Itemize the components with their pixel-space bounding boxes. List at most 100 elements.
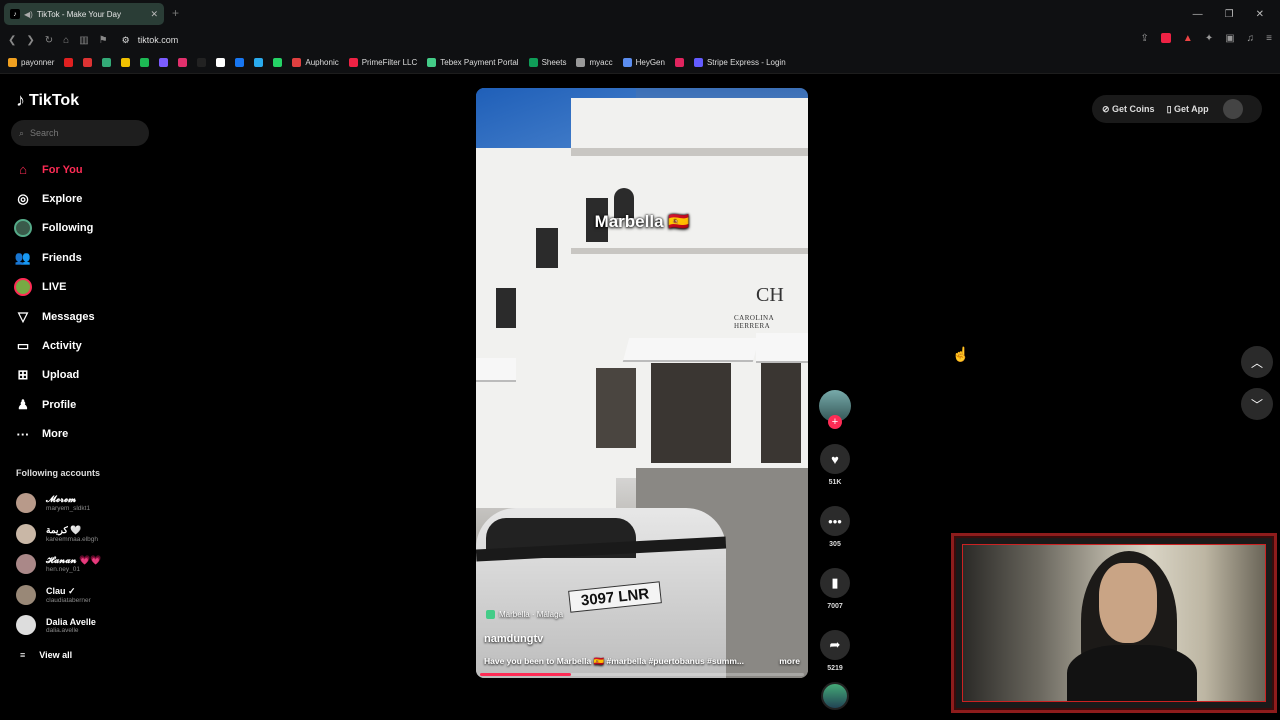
bookmark-item[interactable] — [102, 58, 112, 67]
video-progress-bar[interactable] — [480, 673, 804, 676]
bookmark-item[interactable]: myacc — [576, 58, 613, 67]
bookmark-item[interactable]: Tebex Payment Portal — [427, 58, 519, 67]
bookmark-item[interactable]: HeyGen — [622, 58, 665, 67]
nav-item-profile[interactable]: ♟ Profile — [14, 390, 95, 419]
nav-item-friends[interactable]: 👥 Friends — [14, 243, 95, 272]
bookmark-item[interactable] — [273, 58, 283, 67]
share-button[interactable]: ➦ — [820, 630, 850, 660]
minimize-icon[interactable]: — — [1193, 9, 1203, 20]
bookmark-favicon-icon — [8, 58, 17, 67]
get-coins-button[interactable]: ⊘ Get Coins — [1102, 104, 1155, 115]
caption-more-button[interactable]: more — [779, 656, 800, 667]
logo-text: TikTok — [29, 91, 80, 109]
new-tab-icon[interactable]: + — [172, 6, 179, 20]
close-window-icon[interactable]: ✕ — [1256, 9, 1264, 20]
bookmark-item[interactable] — [64, 58, 74, 67]
save-button[interactable]: ▮ — [820, 568, 850, 598]
search-input[interactable]: ⌕ Search — [11, 120, 149, 146]
following-account[interactable]: كريمة 🤍 kareemmaa.elbgh — [16, 519, 101, 550]
account-handle: dalia.avelle — [46, 626, 79, 634]
bookmark-item[interactable] — [178, 58, 188, 67]
account-avatar — [16, 584, 36, 605]
more-icon: ··· — [16, 426, 30, 442]
bookmark-label: Auphonic — [305, 58, 339, 67]
browser-tab-bar: ♪ ◀) TikTok - Make Your Day ✕ + — ❐ ✕ — [0, 0, 1280, 28]
account-name: Clau ✓ — [46, 585, 76, 596]
close-tab-icon[interactable]: ✕ — [150, 9, 158, 20]
follow-plus-icon[interactable]: + — [828, 415, 842, 429]
menu-icon[interactable]: ≡ — [1266, 33, 1272, 44]
storefront — [651, 363, 731, 463]
following-account[interactable]: Clau ✓ claudiataberner — [16, 580, 101, 611]
like-count: 51K — [828, 479, 842, 486]
nav-item-explore[interactable]: ◎ Explore — [14, 184, 95, 213]
bookmark-favicon-icon — [528, 58, 538, 67]
bookmark-item[interactable] — [121, 58, 131, 67]
nav-label: Upload — [42, 369, 80, 382]
back-icon[interactable]: ❮ — [8, 35, 16, 46]
music-disc-icon[interactable] — [821, 682, 849, 710]
bookmark-icon[interactable]: ⚑ — [99, 35, 108, 46]
get-app-button[interactable]: ▯ Get App — [1167, 104, 1209, 115]
split-view-icon[interactable]: ▥ — [79, 35, 88, 46]
nav-item-more[interactable]: ··· More — [14, 420, 95, 449]
account-handle: hen.ney_01 — [46, 566, 80, 574]
comment-button[interactable]: ••• — [820, 506, 850, 536]
location-tag[interactable]: Marbella · Málaga — [486, 610, 563, 619]
rewards-icon[interactable]: ▲ — [1183, 33, 1193, 44]
video-author[interactable]: namdungtv — [484, 633, 543, 645]
nav-item-following[interactable]: Following — [14, 214, 95, 243]
bookmark-item[interactable]: payonner — [8, 58, 54, 67]
forward-icon[interactable]: ❯ — [26, 35, 34, 46]
restore-icon[interactable]: ❐ — [1225, 9, 1234, 20]
nav-item-upload[interactable]: ⊞ Upload — [14, 361, 95, 390]
nav-item-messages[interactable]: ▽ Messages — [14, 302, 95, 331]
browser-tab[interactable]: ♪ ◀) TikTok - Make Your Day ✕ — [4, 3, 164, 25]
profile-avatar[interactable] — [1222, 99, 1243, 119]
share-icon[interactable]: ⇪ — [1141, 33, 1149, 44]
bookmark-item[interactable] — [197, 58, 207, 67]
reload-icon[interactable]: ↻ — [45, 35, 53, 46]
home-browser-icon[interactable]: ⌂ — [63, 35, 69, 46]
bookmark-item[interactable] — [159, 58, 169, 67]
bookmark-item[interactable] — [83, 58, 93, 67]
bookmark-item[interactable] — [140, 58, 150, 67]
nav-avatar — [14, 278, 32, 297]
bookmark-item[interactable] — [216, 58, 226, 67]
media-icon[interactable]: ♫ — [1247, 33, 1255, 44]
store-brand-sub: CAROLINA HERRERA — [734, 314, 774, 330]
brave-shield-icon[interactable] — [1160, 33, 1171, 43]
tiktok-logo[interactable]: ♪ TikTok — [16, 90, 79, 111]
bookmark-label: Tebex Payment Portal — [440, 58, 519, 67]
like-button[interactable]: ♥ — [820, 444, 850, 474]
previous-video-button[interactable]: ︿ — [1241, 346, 1273, 378]
account-avatar — [16, 493, 36, 514]
bookmark-item[interactable]: PrimeFilter LLC — [348, 58, 417, 67]
sidebar-toggle-icon[interactable]: ▣ — [1225, 33, 1234, 44]
video-player[interactable]: CH CAROLINA HERRERA 3097 LNR Marbella 🇪🇸… — [476, 88, 808, 678]
next-video-button[interactable]: ﹀ — [1241, 388, 1273, 420]
bookmark-item[interactable] — [254, 58, 264, 67]
bookmark-item[interactable]: Auphonic — [292, 58, 339, 67]
nav-item-live[interactable]: LIVE — [14, 273, 95, 302]
bookmark-item[interactable] — [235, 58, 245, 67]
view-all-button[interactable]: ≡ View all — [20, 650, 72, 660]
nav-item-for-you[interactable]: ⌂ For You — [14, 155, 95, 184]
creator-avatar[interactable]: + — [819, 390, 851, 429]
following-account[interactable]: 𝓜𝓮𝓻𝓮𝓶 maryem_sldkt1 — [16, 488, 101, 519]
bookmark-item[interactable]: Stripe Express - Login — [693, 58, 786, 67]
extensions-icon[interactable]: ✦ — [1205, 33, 1213, 44]
bookmark-item[interactable] — [674, 58, 684, 67]
following-account[interactable]: 𝓗𝓪𝓷𝓪𝓷 💗💗 hen.ney_01 — [16, 549, 101, 580]
url-field[interactable]: tiktok.com — [138, 35, 179, 45]
nav-item-activity[interactable]: ▭ Activity — [14, 331, 95, 360]
bookmark-label: HeyGen — [635, 58, 665, 67]
site-settings-icon[interactable]: ⚙ — [122, 35, 130, 46]
following-accounts-title: Following accounts — [16, 468, 101, 478]
bookmarks-bar: payonner Auphonic PrimeFilter LLC Tebex Pay… — [0, 52, 1280, 74]
person-face — [1099, 563, 1157, 643]
speaker-icon[interactable]: ◀) — [24, 10, 33, 19]
bookmark-favicon-icon — [159, 58, 169, 67]
bookmark-item[interactable]: Sheets — [528, 58, 566, 67]
following-account[interactable]: Dalia Avelle dalia.avelle — [16, 610, 101, 641]
